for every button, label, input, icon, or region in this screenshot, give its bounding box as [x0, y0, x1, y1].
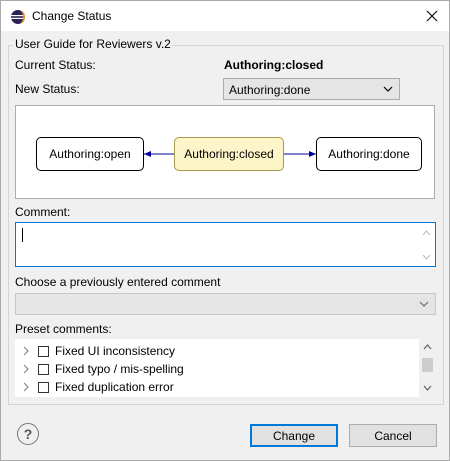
node-label: Authoring:closed — [184, 147, 274, 161]
change-button-label: Change — [272, 428, 316, 443]
node-label: Authoring:done — [328, 147, 410, 161]
node-authoring-open[interactable]: Authoring:open — [36, 137, 144, 171]
change-status-dialog: Change Status User Guide for Reviewers v… — [0, 0, 450, 461]
list-item[interactable]: Fixed typo / mis-spelling — [15, 360, 415, 378]
node-authoring-done[interactable]: Authoring:done — [316, 137, 422, 171]
status-diagram: Authoring:open Authoring:closed Authorin… — [15, 105, 435, 199]
chevron-right-icon[interactable] — [22, 346, 31, 356]
preset-checkbox[interactable] — [38, 345, 49, 357]
preset-scrollbar[interactable] — [419, 339, 436, 397]
previous-comment-dropdown[interactable] — [15, 293, 436, 315]
chevron-right-icon[interactable] — [22, 382, 31, 392]
new-status-label: New Status: — [15, 82, 80, 96]
scroll-down-icon[interactable] — [423, 385, 432, 391]
close-icon — [426, 10, 438, 22]
help-icon: ? — [23, 426, 33, 442]
list-item[interactable]: Fixed duplication error — [15, 378, 415, 396]
preset-comments-list: Fixed UI inconsistency Fixed typo / mis-… — [15, 339, 436, 397]
help-button[interactable]: ? — [17, 423, 39, 445]
preset-item-label: Fixed typo / mis-spelling — [55, 362, 184, 376]
chevron-down-icon — [419, 301, 429, 307]
comment-scrollbar[interactable] — [418, 223, 435, 266]
arrow-head-open — [144, 151, 151, 157]
close-button[interactable] — [415, 1, 449, 31]
current-status-value: Authoring:closed — [224, 58, 324, 72]
list-item[interactable]: Fixed UI inconsistency — [15, 342, 415, 360]
preset-checkbox[interactable] — [38, 381, 49, 393]
text-caret — [22, 228, 23, 242]
preset-item-label: Fixed duplication error — [55, 380, 174, 394]
chevron-right-icon[interactable] — [22, 364, 31, 374]
current-status-label: Current Status: — [15, 58, 96, 72]
arrow-head-done — [309, 151, 316, 157]
preset-checkbox[interactable] — [38, 363, 49, 375]
preset-comments-label: Preset comments: — [15, 322, 112, 336]
node-label: Authoring:open — [49, 147, 131, 161]
comment-label: Comment: — [15, 205, 71, 219]
scroll-down-icon[interactable] — [422, 254, 431, 260]
group-title: User Guide for Reviewers v.2 — [13, 37, 173, 51]
previous-comment-label: Choose a previously entered comment — [15, 275, 221, 289]
change-button[interactable]: Change — [250, 424, 338, 447]
scroll-up-icon[interactable] — [423, 344, 432, 350]
cancel-button[interactable]: Cancel — [349, 424, 437, 447]
cancel-button-label: Cancel — [374, 428, 412, 443]
title-bar: Change Status — [1, 1, 449, 31]
new-status-selected: Authoring:done — [229, 83, 311, 97]
chevron-down-icon — [383, 86, 393, 92]
new-status-dropdown[interactable]: Authoring:done — [223, 78, 400, 100]
scroll-thumb[interactable] — [422, 358, 433, 372]
window-title: Change Status — [32, 9, 112, 23]
node-authoring-closed[interactable]: Authoring:closed — [174, 137, 284, 171]
comment-input[interactable] — [15, 222, 436, 267]
scroll-up-icon[interactable] — [422, 230, 431, 236]
preset-item-label: Fixed UI inconsistency — [55, 344, 176, 358]
eclipse-icon — [11, 10, 25, 24]
